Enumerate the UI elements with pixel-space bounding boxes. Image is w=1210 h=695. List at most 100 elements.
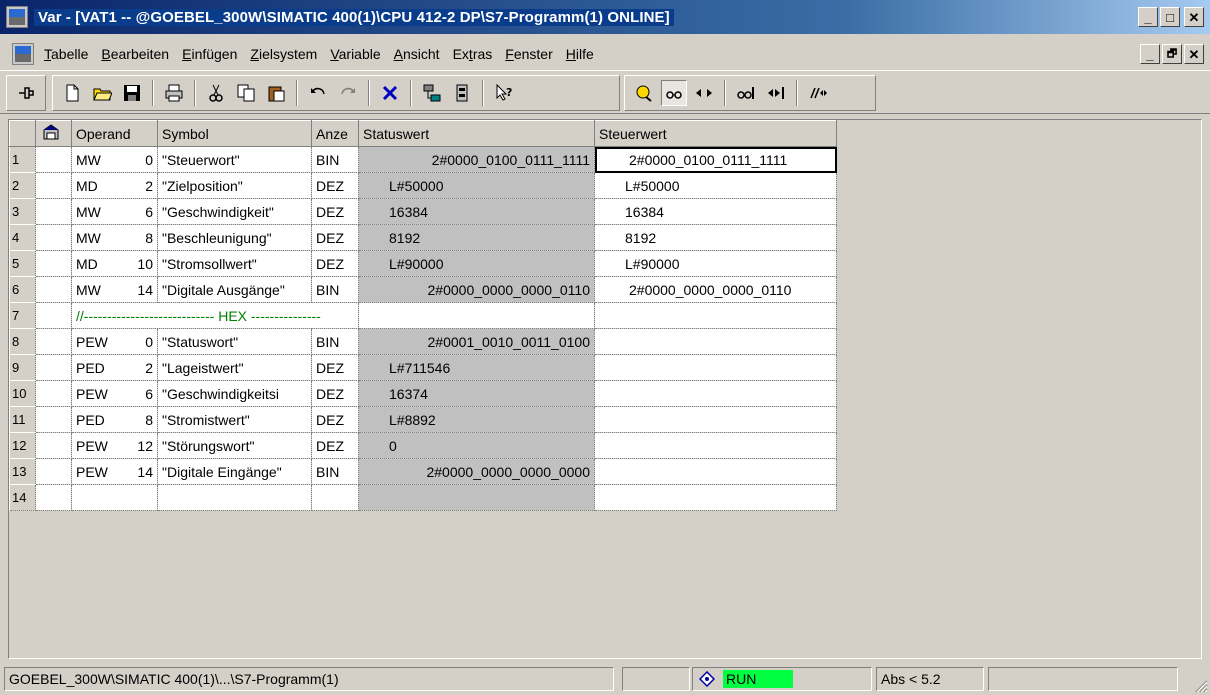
modify-once-button[interactable] [763, 80, 789, 106]
resize-grip-icon[interactable] [1192, 677, 1208, 693]
undo-button[interactable] [305, 80, 331, 106]
operand-cell[interactable]: PED 8 [71, 406, 158, 433]
app-icon[interactable] [6, 6, 28, 28]
column-header-format[interactable]: Anze [311, 120, 359, 147]
save-button[interactable] [119, 80, 145, 106]
table-row[interactable]: 3 MW 6 "Geschwindigkeit" DEZ 16384 16384 [9, 198, 837, 225]
table-row[interactable]: 2 MD 2 "Zielposition" DEZ L#50000 L#50000 [9, 172, 837, 199]
control-value-cell[interactable]: 16384 [594, 198, 837, 225]
row-marker-cell[interactable] [35, 146, 72, 173]
row-marker-cell[interactable] [35, 380, 72, 407]
status-value-cell[interactable] [358, 302, 595, 329]
close-button[interactable]: ✕ [1184, 7, 1204, 27]
module-status-button[interactable] [449, 80, 475, 106]
format-cell[interactable]: DEZ [311, 354, 359, 381]
cut-button[interactable] [203, 80, 229, 106]
symbol-cell[interactable]: "Zielposition" [157, 172, 312, 199]
operand-cell[interactable]: MW 14 [71, 276, 158, 303]
monitor-once-button[interactable] [733, 80, 759, 106]
symbol-cell[interactable]: "Digitale Eingänge" [157, 458, 312, 485]
new-button[interactable] [59, 80, 85, 106]
row-number[interactable]: 1 [9, 146, 36, 173]
operand-cell[interactable]: MW 8 [71, 224, 158, 251]
row-number[interactable]: 12 [9, 432, 36, 459]
format-cell[interactable]: BIN [311, 276, 359, 303]
symbol-cell[interactable]: "Steuerwort" [157, 146, 312, 173]
format-cell[interactable]: DEZ [311, 406, 359, 433]
symbol-cell[interactable]: "Stromsollwert" [157, 250, 312, 277]
symbol-cell[interactable]: "Geschwindigkeitsi [157, 380, 312, 407]
menu-tabelle[interactable]: Tabelle [44, 46, 88, 62]
menu-extras[interactable]: Extras [453, 46, 493, 62]
control-value-cell[interactable]: L#50000 [594, 172, 837, 199]
pin-button[interactable] [13, 80, 39, 106]
format-cell[interactable]: DEZ [311, 224, 359, 251]
operand-cell[interactable]: MW 0 [71, 146, 158, 173]
operand-cell[interactable]: PEW 12 [71, 432, 158, 459]
row-number[interactable]: 10 [9, 380, 36, 407]
row-number[interactable]: 6 [9, 276, 36, 303]
accessible-nodes-button[interactable] [419, 80, 445, 106]
table-row[interactable]: 4 MW 8 "Beschleunigung" DEZ 8192 8192 [9, 224, 837, 251]
table-header-icon-cell[interactable] [35, 120, 72, 147]
table-row[interactable]: 14 [9, 484, 837, 511]
row-marker-cell[interactable] [35, 432, 72, 459]
column-header-control-value[interactable]: Steuerwert [594, 120, 837, 147]
menu-variable[interactable]: Variable [330, 46, 380, 62]
operand-cell[interactable] [71, 484, 158, 511]
control-value-cell[interactable]: 8192 [594, 224, 837, 251]
control-value-cell[interactable] [594, 458, 837, 485]
row-marker-cell[interactable] [35, 250, 72, 277]
row-marker-cell[interactable] [35, 458, 72, 485]
symbol-cell[interactable]: "Digitale Ausgänge" [157, 276, 312, 303]
format-cell[interactable]: DEZ [311, 432, 359, 459]
format-cell[interactable]: BIN [311, 328, 359, 355]
doc-close-button[interactable]: ✕ [1184, 44, 1204, 64]
row-number[interactable]: 5 [9, 250, 36, 277]
format-cell[interactable]: DEZ [311, 250, 359, 277]
control-value-cell[interactable] [594, 354, 837, 381]
control-value-cell[interactable]: L#90000 [594, 250, 837, 277]
column-header-status-value[interactable]: Statuswert [358, 120, 595, 147]
symbol-cell[interactable]: "Statuswort" [157, 328, 312, 355]
row-marker-cell[interactable] [35, 172, 72, 199]
print-button[interactable] [161, 80, 187, 106]
format-cell[interactable]: DEZ [311, 172, 359, 199]
operand-cell[interactable]: PEW 14 [71, 458, 158, 485]
menu-ansicht[interactable]: Ansicht [394, 46, 440, 62]
minimize-button[interactable]: _ [1138, 7, 1158, 27]
row-marker-cell[interactable] [35, 328, 72, 355]
table-row[interactable]: 6 MW 14 "Digitale Ausgänge" BIN 2#0000_0000_0… [9, 276, 837, 303]
doc-minimize-button[interactable]: _ [1140, 44, 1160, 64]
column-header-symbol[interactable]: Symbol [157, 120, 312, 147]
control-value-cell[interactable] [594, 380, 837, 407]
help-button[interactable]: ? [491, 80, 517, 106]
format-cell[interactable]: DEZ [311, 198, 359, 225]
table-row[interactable]: 12 PEW 12 "Störungswort" DEZ 0 [9, 432, 837, 459]
menu-bearbeiten[interactable]: Bearbeiten [101, 46, 169, 62]
row-marker-cell[interactable] [35, 302, 72, 329]
row-number[interactable]: 14 [9, 484, 36, 511]
row-number[interactable]: 7 [9, 302, 36, 329]
operand-cell[interactable]: MD 2 [71, 172, 158, 199]
menu-zielsystem[interactable]: Zielsystem [250, 46, 317, 62]
row-number[interactable]: 13 [9, 458, 36, 485]
row-marker-cell[interactable] [35, 354, 72, 381]
symbol-cell[interactable] [157, 484, 312, 511]
operand-cell[interactable]: PEW 0 [71, 328, 158, 355]
row-marker-cell[interactable] [35, 224, 72, 251]
symbol-cell[interactable]: "Beschleunigung" [157, 224, 312, 251]
menu-einf-gen[interactable]: Einfügen [182, 46, 237, 62]
control-value-cell-selected[interactable]: 2#0000_0100_0111_1111 [594, 146, 837, 173]
control-value-cell[interactable]: 2#0000_0000_0000_0110 [594, 276, 837, 303]
format-cell[interactable]: BIN [311, 146, 359, 173]
operand-cell[interactable]: PEW 6 [71, 380, 158, 407]
row-marker-cell[interactable] [35, 276, 72, 303]
delete-button[interactable] [377, 80, 403, 106]
table-row[interactable]: 1 MW 0 "Steuerwort" BIN 2#0000_0100_0111_1111… [9, 146, 837, 173]
row-number[interactable]: 11 [9, 406, 36, 433]
symbol-cell[interactable]: "Lageistwert" [157, 354, 312, 381]
table-row[interactable]: 10 PEW 6 "Geschwindigkeitsi DEZ 16374 [9, 380, 837, 407]
copy-button[interactable] [233, 80, 259, 106]
force-button[interactable] [805, 80, 831, 106]
